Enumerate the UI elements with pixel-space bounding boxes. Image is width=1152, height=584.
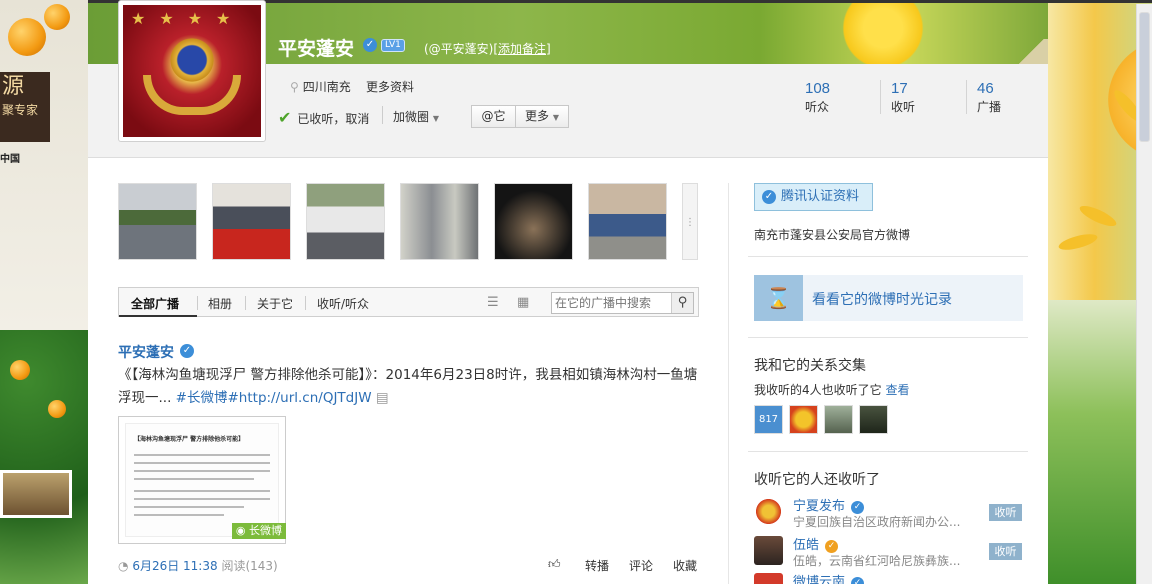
photo-thumbnail[interactable] (588, 183, 667, 260)
tab-about[interactable]: 关于它 (257, 295, 293, 312)
photo-thumbnail[interactable] (212, 183, 291, 260)
caret-down-icon: ▼ (552, 113, 559, 122)
broadcast-search-input[interactable] (552, 293, 670, 313)
left-photo (0, 470, 72, 518)
caret-down-icon: ▼ (432, 114, 439, 123)
stat-listeners[interactable]: 108 听众 (805, 80, 830, 115)
calendar-view-icon[interactable]: ▦ (517, 295, 529, 310)
photo-thumbnail[interactable] (494, 183, 573, 260)
recommend-name[interactable]: 宁夏发布 ✓ (793, 495, 865, 514)
mention-button[interactable]: @它 (471, 105, 516, 128)
post-author[interactable]: 平安蓬安 (118, 342, 174, 362)
recommend-avatar[interactable] (754, 536, 783, 565)
follow-button[interactable]: 收听 (989, 504, 1022, 521)
mutual-avatar[interactable] (789, 405, 818, 434)
recommend-avatar[interactable] (754, 497, 783, 526)
location: ⚲ 四川南充 (290, 80, 351, 94)
search-icon[interactable]: ⚲ (671, 293, 693, 313)
scrollbar-thumb[interactable] (1139, 12, 1150, 142)
recommend-item: 微博云南 ✓ (754, 573, 1029, 584)
check-icon: ✔ (278, 108, 292, 127)
broadcast-tabs: 全部广播 相册 关于它 收听/听众 ☰ ▦ ⚲ (118, 287, 699, 317)
list-view-icon[interactable]: ☰ (487, 295, 499, 310)
mutual-avatar[interactable] (824, 405, 853, 434)
profile-avatar[interactable]: ★★★★ (118, 0, 266, 142)
location-pin-icon: ⚲ (290, 80, 299, 94)
tab-follows[interactable]: 收听/听众 (317, 295, 369, 312)
page-scrollbar[interactable] (1136, 4, 1152, 584)
recommend-desc: 宁夏回族自治区政府新闻办公... (793, 515, 961, 529)
recommend-title: 收听它的人还收听了 (754, 472, 880, 488)
verified-icon: ✓ (180, 344, 194, 358)
recommend-desc: 伍皓，云南省红河哈尼族彝族... (793, 554, 961, 568)
mutual-avatar[interactable]: 817 (754, 405, 783, 434)
level-badge[interactable]: LV1 (381, 39, 405, 52)
post-meta: ◔ 6月26日 11:38 阅读(143) (118, 557, 278, 574)
favorite-button[interactable]: 收藏 (673, 557, 697, 574)
broadcast-search: ⚲ (551, 292, 694, 314)
comment-button[interactable]: 评论 (629, 557, 653, 574)
clock-icon: ◔ (118, 559, 129, 573)
follow-status[interactable]: ✔ 已收听，取消 (278, 108, 369, 127)
photo-strip-more-icon[interactable]: ⋮ (682, 183, 698, 260)
add-circle-dropdown[interactable]: 加微圈 ▼ (393, 108, 439, 125)
recommend-item: 伍皓 ✓ 伍皓，云南省红河哈尼族彝族... 收听 (754, 536, 1029, 572)
recommend-name[interactable]: 伍皓 ✓ (793, 534, 839, 553)
add-remark-link[interactable]: [添加备注] (493, 42, 550, 56)
recommend-item: 宁夏发布 ✓ 宁夏回族自治区政府新闻办公... 收听 (754, 497, 1029, 533)
weibo-icon: ◉ (235, 524, 246, 537)
stat-broadcasts[interactable]: 46 广播 (977, 80, 1001, 115)
profile-name: 平安蓬安 (278, 38, 355, 60)
star-icon: ★★★★ (131, 9, 245, 28)
post-image[interactable]: 【海林沟鱼塘现浮尸 警方排除他杀可能】 ◉ 长微博 (118, 416, 286, 544)
mutual-text: 我收听的4人也收听了它 查看 (754, 383, 910, 397)
left-background-decoration: 源聚专家 中国 (0, 0, 88, 584)
more-info-link[interactable]: 更多资料 (366, 78, 414, 95)
hourglass-icon: ⌛ (754, 275, 803, 321)
profile-handle: (@平安蓬安)[添加备注] (424, 42, 551, 56)
like-icon[interactable]: 👍︎ (548, 557, 561, 572)
stat-following[interactable]: 17 收听 (891, 80, 915, 115)
mutual-look-link[interactable]: 查看 (885, 383, 909, 397)
account-description: 南充市蓬安县公安局官方微博 (754, 228, 911, 242)
follow-button[interactable]: 收听 (989, 543, 1022, 560)
skin-corner-icon[interactable] (1012, 39, 1048, 64)
post-reads: 阅读(143) (221, 559, 278, 573)
verified-icon: ✓ (363, 38, 377, 52)
relation-title: 我和它的关系交集 (754, 358, 866, 374)
left-sign: 源聚专家 (0, 72, 50, 142)
mutual-avatar[interactable] (859, 405, 888, 434)
photo-thumbnail[interactable] (118, 183, 197, 260)
left-slogan: 中国 (0, 154, 20, 165)
repost-button[interactable]: 转播 (585, 557, 609, 574)
recommend-name[interactable]: 微博云南 ✓ (793, 571, 865, 584)
tab-album[interactable]: 相册 (208, 295, 232, 312)
post-url-link[interactable]: #http://url.cn/QJTdJW (227, 390, 371, 406)
verified-icon: ✓ (851, 577, 865, 584)
certify-button[interactable]: ✓ 腾讯认证资料 (754, 183, 873, 211)
photo-thumbnail[interactable] (400, 183, 479, 260)
tab-all-broadcasts[interactable]: 全部广播 (131, 295, 179, 312)
document-icon[interactable]: ▤ (376, 390, 389, 406)
long-weibo-tag: ◉ 长微博 (231, 523, 286, 539)
timeline-link[interactable]: ⌛ 看看它的微博时光记录 (754, 275, 1023, 321)
long-weibo-hashtag[interactable]: #长微博 (176, 390, 228, 406)
more-button[interactable]: 更多 ▼ (515, 105, 569, 128)
recommend-avatar[interactable] (754, 573, 783, 584)
photo-thumbnail[interactable] (306, 183, 385, 260)
verified-icon: ✓ (762, 190, 776, 204)
post-text: 《【海林沟鱼塘现浮尸 警方排除他杀可能】》：2014年6月23日8时许，我县相如… (118, 367, 698, 406)
post-time[interactable]: 6月26日 11:38 (132, 559, 217, 573)
